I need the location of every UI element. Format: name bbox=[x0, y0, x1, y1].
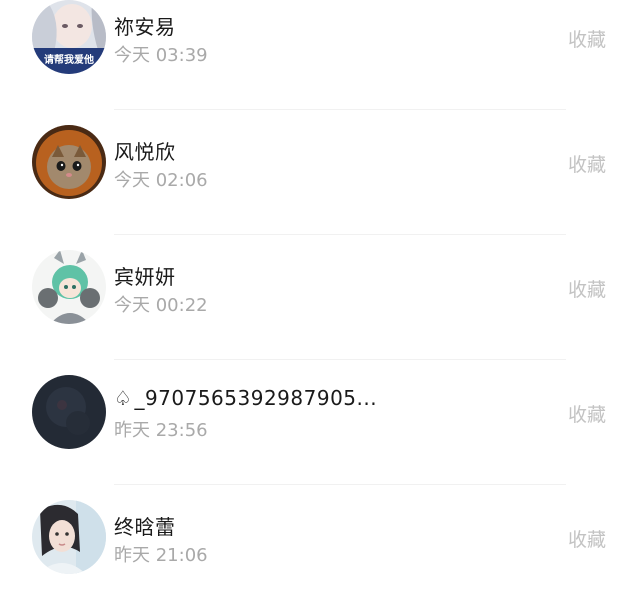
list-item[interactable]: 终晗蕾 昨天 21:06 收藏 bbox=[0, 485, 640, 592]
username: 祢安易 bbox=[114, 15, 176, 39]
avatar[interactable] bbox=[32, 125, 106, 199]
timestamp: 昨天 23:56 bbox=[114, 420, 208, 441]
anime-girl-avatar-icon bbox=[32, 250, 106, 324]
avatar[interactable]: 请帮我爱他 bbox=[32, 0, 106, 74]
timestamp: 今天 03:39 bbox=[114, 45, 208, 66]
girl-portrait-avatar-icon bbox=[32, 500, 106, 574]
avatar[interactable] bbox=[32, 500, 106, 574]
username: 宾妍妍 bbox=[114, 265, 176, 289]
timestamp: 今天 02:06 bbox=[114, 170, 208, 191]
list-item[interactable]: 风悦欣 今天 02:06 收藏 bbox=[0, 110, 640, 235]
favorite-button[interactable]: 收藏 bbox=[568, 150, 606, 177]
username: 风悦欣 bbox=[114, 140, 176, 164]
username-text: _9707565392987905... bbox=[134, 386, 378, 410]
avatar[interactable] bbox=[32, 375, 106, 449]
favorite-button[interactable]: 收藏 bbox=[568, 525, 606, 552]
favorite-button[interactable]: 收藏 bbox=[568, 25, 606, 52]
list-item[interactable]: ♤ _9707565392987905... 昨天 23:56 收藏 bbox=[0, 360, 640, 485]
timestamp: 昨天 21:06 bbox=[114, 545, 208, 566]
list-item[interactable]: 请帮我爱他 祢安易 今天 03:39 收藏 bbox=[0, 0, 640, 110]
avatar[interactable] bbox=[32, 250, 106, 324]
girl-avatar-icon: 请帮我爱他 bbox=[32, 0, 106, 74]
user-list: 请帮我爱他 祢安易 今天 03:39 收藏 风悦欣 今天 02:06 收藏 宾妍… bbox=[0, 0, 640, 592]
timestamp: 今天 00:22 bbox=[114, 295, 208, 316]
list-item[interactable]: 宾妍妍 今天 00:22 收藏 bbox=[0, 235, 640, 360]
dark-avatar-icon bbox=[32, 375, 106, 449]
spade-outline-icon: ♤ bbox=[114, 386, 133, 410]
favorite-button[interactable]: 收藏 bbox=[568, 400, 606, 427]
username: ♤ _9707565392987905... bbox=[114, 386, 377, 410]
username: 终晗蕾 bbox=[114, 515, 176, 539]
kitten-avatar-icon bbox=[32, 125, 106, 199]
favorite-button[interactable]: 收藏 bbox=[568, 275, 606, 302]
svg-text:请帮我爱他: 请帮我爱他 bbox=[44, 53, 94, 66]
